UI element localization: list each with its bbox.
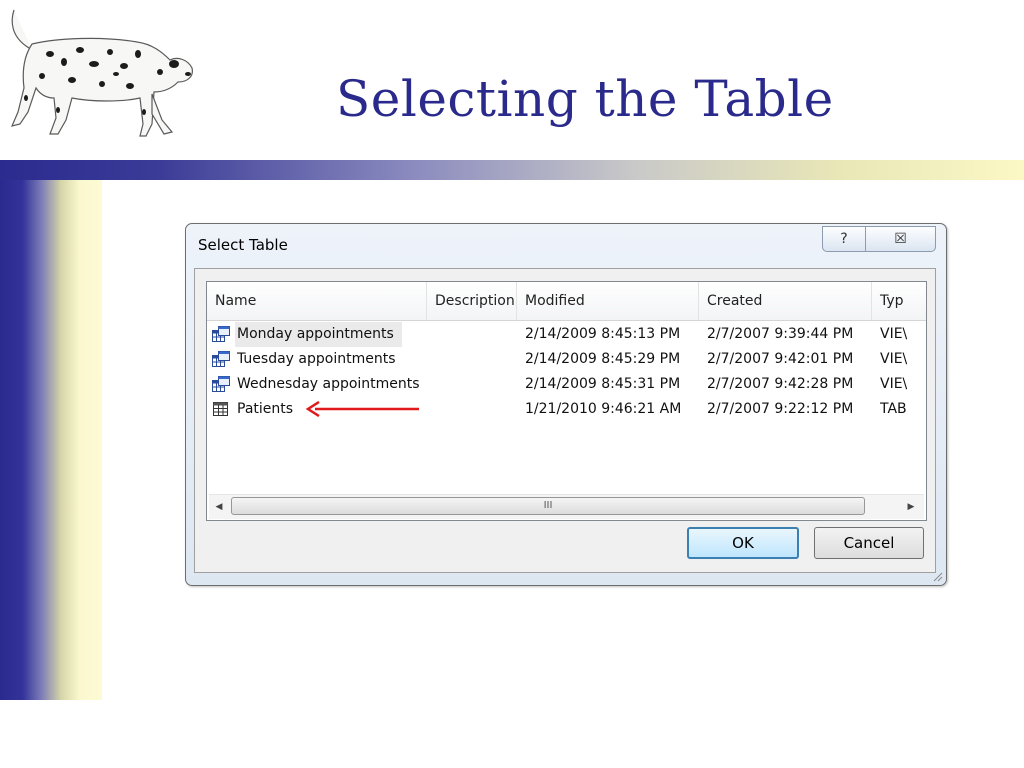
row-created: 2/7/2007 9:39:44 PM — [707, 326, 854, 342]
help-icon: ? — [840, 231, 848, 247]
horizontal-scrollbar[interactable]: ◀ III ▶ — [209, 494, 924, 519]
view-table-icon — [212, 326, 230, 342]
row-created: 2/7/2007 9:42:28 PM — [707, 376, 854, 392]
table-row[interactable]: Monday appointments 2/14/2009 8:45:13 PM… — [207, 322, 926, 347]
row-name: Patients — [237, 401, 294, 417]
view-table-icon — [212, 376, 230, 392]
close-button[interactable]: ☒ — [865, 226, 936, 252]
scroll-right-icon[interactable]: ▶ — [901, 495, 921, 519]
slide-side-band — [0, 180, 102, 700]
row-description — [427, 372, 517, 397]
table-icon — [213, 402, 228, 416]
row-modified: 2/14/2009 8:45:13 PM — [525, 326, 681, 342]
slide-title: Selecting the Table — [336, 70, 834, 128]
row-description — [427, 347, 517, 372]
cancel-button[interactable]: Cancel — [814, 527, 924, 559]
column-header-description[interactable]: Description — [427, 282, 517, 320]
resize-grip-icon[interactable] — [932, 571, 943, 582]
row-modified: 2/14/2009 8:45:29 PM — [525, 351, 681, 367]
list-header: Name Description Modified Created Typ — [207, 282, 926, 321]
row-modified: 1/21/2010 9:46:21 AM — [525, 401, 682, 417]
column-header-type[interactable]: Typ — [872, 282, 926, 320]
window-controls: ? ☒ — [822, 226, 936, 252]
column-header-name[interactable]: Name — [207, 282, 427, 320]
dalmatian-logo — [10, 9, 193, 137]
table-row[interactable]: Wednesday appointments 2/14/2009 8:45:31… — [207, 372, 926, 397]
annotation-arrow-icon — [305, 401, 419, 417]
row-type: TAB — [880, 401, 907, 417]
row-description — [427, 397, 517, 422]
row-type: VIE\ — [880, 376, 908, 392]
scroll-left-icon[interactable]: ◀ — [209, 495, 229, 519]
close-icon: ☒ — [894, 231, 907, 247]
row-created: 2/7/2007 9:42:01 PM — [707, 351, 854, 367]
row-created: 2/7/2007 9:22:12 PM — [707, 401, 854, 417]
table-row[interactable]: Tuesday appointments 2/14/2009 8:45:29 P… — [207, 347, 926, 372]
help-button[interactable]: ? — [822, 226, 866, 252]
slide-header-band — [0, 160, 1024, 180]
row-description — [427, 322, 517, 347]
column-header-created[interactable]: Created — [699, 282, 872, 320]
view-table-icon — [212, 351, 230, 367]
row-modified: 2/14/2009 8:45:31 PM — [525, 376, 681, 392]
scroll-thumb[interactable]: III — [231, 497, 865, 515]
select-table-dialog: Select Table ? ☒ Name Description Modifi… — [185, 223, 947, 586]
row-type: VIE\ — [880, 351, 908, 367]
column-header-modified[interactable]: Modified — [517, 282, 699, 320]
row-name: Monday appointments — [235, 322, 402, 347]
dialog-title: Select Table — [198, 236, 288, 254]
row-name: Wednesday appointments — [237, 376, 420, 392]
row-name: Tuesday appointments — [237, 351, 396, 367]
ok-button[interactable]: OK — [687, 527, 799, 559]
row-type: VIE\ — [880, 326, 908, 342]
